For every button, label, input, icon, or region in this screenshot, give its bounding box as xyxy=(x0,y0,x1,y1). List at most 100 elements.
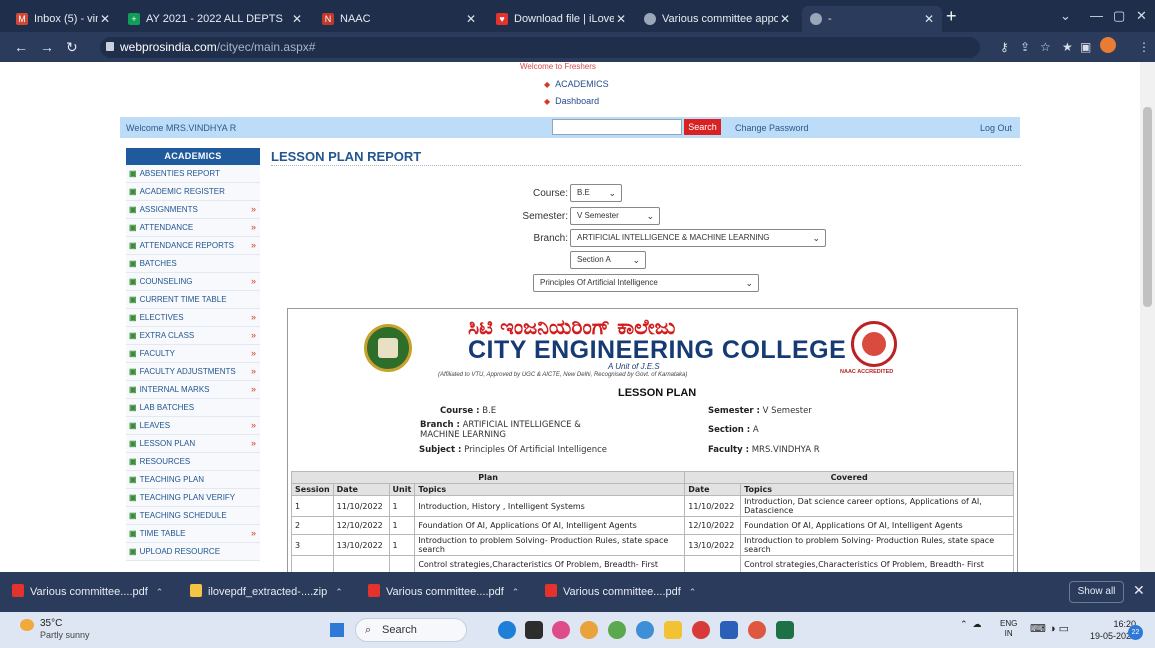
forward-arrow-icon[interactable]: → xyxy=(40,39,54,55)
sidebar-item-label: ATTENDANCE REPORTS xyxy=(139,241,234,250)
search-input[interactable] xyxy=(552,119,682,135)
sidebar-item[interactable]: ▣ ATTENDANCE REPORTS » xyxy=(126,237,260,255)
system-tray[interactable]: ⌃ ☁ xyxy=(960,619,982,630)
top-link-dashboard[interactable]: ◆ Dashboard xyxy=(544,96,599,106)
menu-bullet-icon: ▣ xyxy=(129,403,137,412)
user-bar: Welcome MRS.VINDHYA R Search Change Pass… xyxy=(120,117,1020,138)
subject-select[interactable]: Principles Of Artificial Intelligence ⌄ xyxy=(533,274,759,292)
edge-icon[interactable] xyxy=(498,621,516,639)
tab-active[interactable]: - ✕ xyxy=(802,6,942,32)
excel-icon[interactable] xyxy=(776,621,794,639)
word-icon[interactable] xyxy=(720,621,738,639)
sidebar-item[interactable]: ▣ TIME TABLE » xyxy=(126,525,260,543)
sidebar-item[interactable]: ▣ ASSIGNMENTS » xyxy=(126,201,260,219)
close-icon[interactable]: ✕ xyxy=(1133,582,1145,599)
table-cell xyxy=(388,555,416,572)
weather-temperature[interactable]: 35°C xyxy=(40,618,62,629)
sidebar-item[interactable]: ▣ FACULTY » xyxy=(126,345,260,363)
back-arrow-icon[interactable]: ← xyxy=(14,39,28,55)
edge-browser-icon[interactable] xyxy=(636,621,654,639)
network-icon[interactable]: ⌨ ◑ ▭ xyxy=(1030,622,1069,635)
sidebar-item[interactable]: ▣ CURRENT TIME TABLE xyxy=(126,291,260,309)
sidebar-item[interactable]: ▣ TEACHING PLAN VERIFY xyxy=(126,489,260,507)
close-window-button[interactable]: ✕ xyxy=(1136,8,1147,24)
tab-various-committee[interactable]: Various committee appoint ✕ xyxy=(636,6,798,32)
chevron-up-icon[interactable]: ⌃ xyxy=(512,587,520,597)
share-icon[interactable]: ⇪ xyxy=(1020,40,1030,54)
sidebar-item[interactable]: ▣ ATTENDANCE » xyxy=(126,219,260,237)
sidebar-item[interactable]: ▣ RESOURCES xyxy=(126,453,260,471)
branch-select[interactable]: ARTIFICIAL INTELLIGENCE & MACHINE LEARNI… xyxy=(570,229,826,247)
section-select[interactable]: Section A ⌄ xyxy=(570,251,646,269)
course-select[interactable]: B.E ⌄ xyxy=(570,184,622,202)
sidebar-item[interactable]: ▣ UPLOAD RESOURCE xyxy=(126,543,260,561)
taskbar-search[interactable]: ⌕ Search xyxy=(355,618,467,642)
opera-icon[interactable] xyxy=(692,621,710,639)
notification-badge[interactable]: 22 xyxy=(1128,625,1143,640)
close-icon[interactable]: ✕ xyxy=(464,12,478,26)
weather-condition[interactable]: Partly sunny xyxy=(40,630,90,640)
maximize-button[interactable]: ▢ xyxy=(1113,8,1125,24)
download-item[interactable]: ilovepdf_extracted-....zip ⌃ xyxy=(190,580,343,604)
chevron-up-icon[interactable]: ⌃ xyxy=(156,587,164,597)
menu-bullet-icon: ▣ xyxy=(129,241,137,250)
windows-start-icon[interactable] xyxy=(330,623,344,637)
download-item[interactable]: Various committee....pdf ⌃ xyxy=(368,580,519,604)
extensions-icon[interactable]: ★ xyxy=(1062,40,1073,54)
sidebar-item-label: LESSON PLAN xyxy=(139,439,196,448)
file-explorer-icon[interactable] xyxy=(664,621,682,639)
sidebar-item[interactable]: ▣ ELECTIVES » xyxy=(126,309,260,327)
tab-ilovepdf[interactable]: ♥ Download file | iLovePDF ✕ xyxy=(488,6,634,32)
chrome-icon[interactable] xyxy=(580,621,598,639)
sidebar-item[interactable]: ▣ LAB BATCHES xyxy=(126,399,260,417)
key-icon[interactable]: ⚷ xyxy=(1000,40,1009,54)
close-icon[interactable]: ✕ xyxy=(778,12,792,26)
close-icon[interactable]: ✕ xyxy=(290,12,304,26)
sidebar-item[interactable]: ▣ EXTRA CLASS » xyxy=(126,327,260,345)
avatar[interactable] xyxy=(1100,37,1116,53)
chrome-profile-icon[interactable] xyxy=(608,621,626,639)
tab-search-icon[interactable]: ⌄ xyxy=(1060,8,1071,24)
sidepanel-icon[interactable]: ▣ xyxy=(1080,40,1091,54)
menu-bullet-icon: ▣ xyxy=(129,547,137,556)
logout-link[interactable]: Log Out xyxy=(980,123,1012,133)
sidebar-item[interactable]: ▣ BATCHES xyxy=(126,255,260,273)
reload-icon[interactable]: ↻ xyxy=(66,39,78,56)
close-icon[interactable]: ✕ xyxy=(922,12,936,26)
semester-select[interactable]: V Semester ⌄ xyxy=(570,207,660,225)
chrome-alt-icon[interactable] xyxy=(748,621,766,639)
page-scrollbar[interactable] xyxy=(1140,62,1155,572)
search-button[interactable]: Search xyxy=(684,119,721,135)
tab-sheets[interactable]: + AY 2021 - 2022 ALL DEPTS ✕ xyxy=(120,6,310,32)
download-item[interactable]: Various committee....pdf ⌃ xyxy=(12,580,163,604)
sidebar-item[interactable]: ▣ INTERNAL MARKS » xyxy=(126,381,260,399)
minimize-button[interactable]: — xyxy=(1090,8,1103,23)
top-link-academics[interactable]: ◆ ACADEMICS xyxy=(544,79,609,89)
chevron-up-icon[interactable]: ⌃ xyxy=(689,587,697,597)
tab-naac[interactable]: N NAAC ✕ xyxy=(314,6,484,32)
language-indicator[interactable]: ENG IN xyxy=(1000,619,1017,639)
tab-gmail[interactable]: M Inbox (5) - vindhya@cityen ✕ xyxy=(8,6,118,32)
sidebar-item[interactable]: ▣ FACULTY ADJUSTMENTS » xyxy=(126,363,260,381)
scroll-thumb[interactable] xyxy=(1143,107,1152,307)
sidebar-item[interactable]: ▣ ACADEMIC REGISTER xyxy=(126,183,260,201)
change-password-link[interactable]: Change Password xyxy=(735,123,809,133)
close-icon[interactable]: ✕ xyxy=(98,12,112,26)
sidebar-item[interactable]: ▣ LEAVES » xyxy=(126,417,260,435)
address-bar[interactable]: webprosindia.com/cityec/main.aspx# xyxy=(100,37,980,58)
teams-icon[interactable] xyxy=(552,621,570,639)
chevron-up-icon[interactable]: ⌃ xyxy=(335,587,343,597)
new-tab-button[interactable]: + xyxy=(946,6,957,26)
show-all-button[interactable]: Show all xyxy=(1069,581,1124,603)
menu-kebab-icon[interactable]: ⋮ xyxy=(1138,40,1150,54)
sidebar-item[interactable]: ▣ TEACHING SCHEDULE xyxy=(126,507,260,525)
close-icon[interactable]: ✕ xyxy=(614,12,628,26)
bookmark-star-icon[interactable]: ☆ xyxy=(1040,40,1051,54)
sidebar-item[interactable]: ▣ COUNSELING » xyxy=(126,273,260,291)
sidebar-item[interactable]: ▣ LESSON PLAN » xyxy=(126,435,260,453)
sidebar-item[interactable]: ▣ ABSENTIES REPORT xyxy=(126,165,260,183)
download-item[interactable]: Various committee....pdf ⌃ xyxy=(545,580,696,604)
sidebar-item[interactable]: ▣ TEACHING PLAN xyxy=(126,471,260,489)
task-view-icon[interactable] xyxy=(525,621,543,639)
weather-sun-icon[interactable] xyxy=(20,619,34,631)
